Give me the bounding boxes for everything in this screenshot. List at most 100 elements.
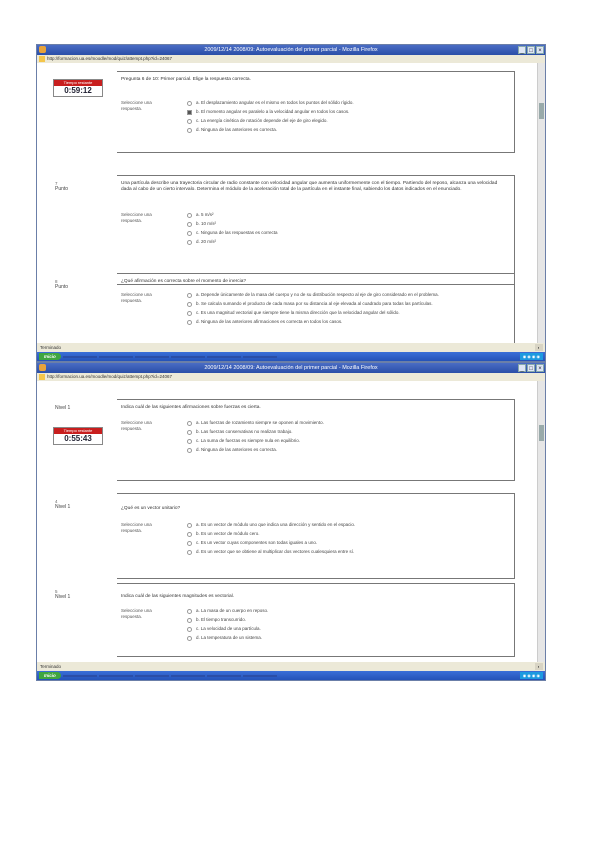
answer-option[interactable]: a. Depende únicamente de la masa del cue… [187, 292, 508, 298]
question-text: Una partícula describe una trayectoria c… [121, 181, 498, 192]
radio-button[interactable] [187, 522, 192, 528]
radio-button[interactable] [187, 292, 192, 298]
taskbar-item[interactable] [62, 674, 97, 677]
answer-option[interactable]: d. La temperatura de un sistema. [187, 635, 508, 641]
answer-option[interactable]: d. Ninguna de las anteriores es correcta… [187, 447, 508, 453]
answer-options: a. Depende únicamente de la masa del cue… [187, 292, 508, 328]
radio-button[interactable] [187, 100, 192, 106]
minimize-button[interactable]: _ [518, 46, 526, 54]
favicon-icon [39, 56, 45, 62]
radio-button[interactable] [187, 447, 192, 453]
radio-button[interactable] [187, 118, 192, 124]
start-button[interactable]: Inicio [39, 353, 61, 360]
radio-button[interactable] [187, 549, 192, 555]
close-button[interactable]: × [536, 364, 544, 372]
answer-option[interactable]: c. La velocidad de una partícula. [187, 626, 508, 632]
taskbar-item-active[interactable] [206, 674, 241, 677]
minimize-button[interactable]: _ [518, 364, 526, 372]
vertical-scrollbar[interactable] [537, 381, 545, 662]
answer-option[interactable]: d. 20 m/s² [187, 239, 508, 245]
scrollbar-thumb[interactable] [539, 103, 544, 119]
answer-option[interactable]: b. Se calcula sumando el producto de cad… [187, 301, 508, 307]
answer-option[interactable]: b. El momento angular es paralelo a la v… [187, 109, 508, 115]
answer-option[interactable]: c. Es una magnitud vectorial que siempre… [187, 310, 508, 316]
answer-option[interactable]: a. Es un vector de módulo uno que indica… [187, 522, 508, 528]
select-label: Seleccione una respuesta. [121, 522, 152, 533]
question-label: Nivel 1 [55, 405, 71, 411]
radio-button[interactable] [187, 438, 192, 444]
question-text: ¿Qué es un vector unitario? [121, 506, 181, 511]
answer-option[interactable]: d. Ninguna de las anteriores es correcta… [187, 127, 508, 133]
window-title: 2009/12/14 2008/09: Autoevaluación del p… [204, 47, 378, 53]
close-button[interactable]: × [536, 46, 544, 54]
taskbar-item[interactable] [134, 355, 169, 358]
question-label: 4 Nivel 1 [55, 499, 71, 510]
taskbar-item[interactable] [62, 355, 97, 358]
taskbar-item[interactable] [170, 355, 205, 358]
answer-option[interactable]: c. Es un vector cuyas componentes son to… [187, 540, 508, 546]
radio-button[interactable] [187, 301, 192, 307]
taskbar-item[interactable] [134, 674, 169, 677]
answer-option[interactable]: c. Ninguna de las respuestas es correcta [187, 230, 508, 236]
question-text: Pregunta 6 de 10: Primer parcial. Elige … [121, 77, 251, 82]
answer-option[interactable]: b. Es un vector de módulo cero. [187, 531, 508, 537]
answer-options: a. Las fuerzas de rozamiento siempre se … [187, 420, 508, 456]
question-block: ¿Qué afirmación es correcta sobre el mom… [117, 273, 515, 343]
radio-button[interactable] [187, 310, 192, 316]
question-block: Una partícula describe una trayectoria c… [117, 175, 515, 285]
answer-option[interactable]: b. Las fuerzas conservativas no realizan… [187, 429, 508, 435]
taskbar-item[interactable] [98, 674, 133, 677]
select-label: Seleccione una respuesta. [121, 212, 152, 223]
timer-value: 0:55:43 [64, 434, 92, 443]
maximize-button[interactable]: □ [527, 46, 535, 54]
scrollbar-thumb[interactable] [539, 425, 544, 441]
radio-button[interactable] [187, 212, 192, 218]
answer-option[interactable]: c. La energía cinética de rotación depen… [187, 118, 508, 124]
taskbar-item[interactable] [242, 674, 277, 677]
taskbar-item[interactable] [206, 355, 241, 358]
radio-button[interactable] [187, 617, 192, 623]
radio-button[interactable] [187, 127, 192, 133]
address-text: http://formacion.ua.es/moodle/mod/quiz/a… [47, 374, 172, 379]
answer-option[interactable]: c. La suma de fuerzas es siempre nula en… [187, 438, 508, 444]
answer-option[interactable]: b. 10 m/s² [187, 221, 508, 227]
question-text: Indica cuál de las siguientes afirmacion… [121, 405, 261, 410]
radio-button[interactable] [187, 221, 192, 227]
question-label: 8 Punto [55, 279, 69, 290]
answer-option[interactable]: b. El tiempo transcurrido. [187, 617, 508, 623]
answer-option[interactable]: a. El desplazamiento angular es el mismo… [187, 100, 508, 106]
taskbar-item[interactable] [170, 674, 205, 677]
timer-box: Tiempo restante 0:59:12 [53, 79, 103, 97]
radio-button[interactable] [187, 608, 192, 614]
taskbar: Inicio ◉ ◉ ◉ ◉ [37, 352, 545, 361]
vertical-scrollbar[interactable] [537, 63, 545, 343]
answer-option[interactable]: a. Las fuerzas de rozamiento siempre se … [187, 420, 508, 426]
radio-button[interactable] [187, 109, 192, 115]
radio-button[interactable] [187, 239, 192, 245]
radio-button[interactable] [187, 420, 192, 426]
answer-option[interactable]: a. 5 m/s² [187, 212, 508, 218]
radio-button[interactable] [187, 635, 192, 641]
maximize-button[interactable]: □ [527, 364, 535, 372]
answer-option[interactable]: d. Es un vector que se obtiene al multip… [187, 549, 508, 555]
taskbar-item[interactable] [98, 355, 133, 358]
answer-option[interactable]: a. La masa de un cuerpo en reposo. [187, 608, 508, 614]
radio-button[interactable] [187, 319, 192, 325]
favicon-icon [39, 374, 45, 380]
taskbar-item-active[interactable] [242, 355, 277, 358]
radio-button[interactable] [187, 429, 192, 435]
window-title-bar: 2009/12/14 2008/09: Autoevaluación del p… [37, 45, 545, 55]
radio-button[interactable] [187, 540, 192, 546]
system-tray: ◉ ◉ ◉ ◉ [519, 353, 543, 360]
answer-options: a. El desplazamiento angular es el mismo… [187, 100, 508, 136]
status-bar: Terminado ◐ [37, 662, 545, 671]
answer-options: a. Es un vector de módulo uno que indica… [187, 522, 508, 558]
answer-option[interactable]: d. Ninguna de las anteriores afirmacione… [187, 319, 508, 325]
timer-box: Tiempo restante 0:55:43 [53, 427, 103, 445]
radio-button[interactable] [187, 531, 192, 537]
radio-button[interactable] [187, 626, 192, 632]
question-text: ¿Qué afirmación es correcta sobre el mom… [121, 279, 247, 284]
radio-button[interactable] [187, 230, 192, 236]
start-button[interactable]: Inicio [39, 672, 61, 679]
security-zone-icon: ◐ [534, 663, 543, 670]
